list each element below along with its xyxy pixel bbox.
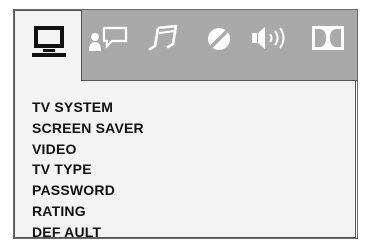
panel-divider bbox=[82, 80, 357, 81]
person-speech-icon bbox=[88, 26, 132, 52]
tab-video-setup[interactable] bbox=[205, 25, 233, 53]
monitor-icon bbox=[31, 24, 67, 58]
menu-item-video[interactable]: VIDEO bbox=[32, 139, 144, 160]
setup-menu-window: TV SYSTEM SCREEN SAVER VIDEO TV TYPE PAS… bbox=[0, 0, 368, 242]
menu-item-password[interactable]: PASSWORD bbox=[32, 180, 144, 201]
speaker-sound-icon bbox=[250, 24, 292, 52]
menu-item-default[interactable]: DEF AULT bbox=[32, 222, 144, 243]
music-note-icon bbox=[148, 24, 180, 52]
dolby-icon bbox=[311, 25, 345, 51]
tab-audio-setup[interactable] bbox=[148, 24, 180, 52]
tab-dolby-setup[interactable] bbox=[311, 25, 345, 51]
menu-item-rating[interactable]: RATING bbox=[32, 201, 144, 222]
menu-item-tv-type[interactable]: TV TYPE bbox=[32, 159, 144, 180]
tab-general-setup[interactable] bbox=[14, 10, 82, 81]
menu-item-tv-system[interactable]: TV SYSTEM bbox=[32, 97, 144, 118]
settings-menu-list: TV SYSTEM SCREEN SAVER VIDEO TV TYPE PAS… bbox=[32, 97, 144, 243]
tab-speaker-setup[interactable] bbox=[250, 24, 292, 52]
menu-item-screen-saver[interactable]: SCREEN SAVER bbox=[32, 118, 144, 139]
tab-language-setup[interactable] bbox=[88, 26, 132, 52]
circle-slash-icon bbox=[205, 25, 233, 53]
